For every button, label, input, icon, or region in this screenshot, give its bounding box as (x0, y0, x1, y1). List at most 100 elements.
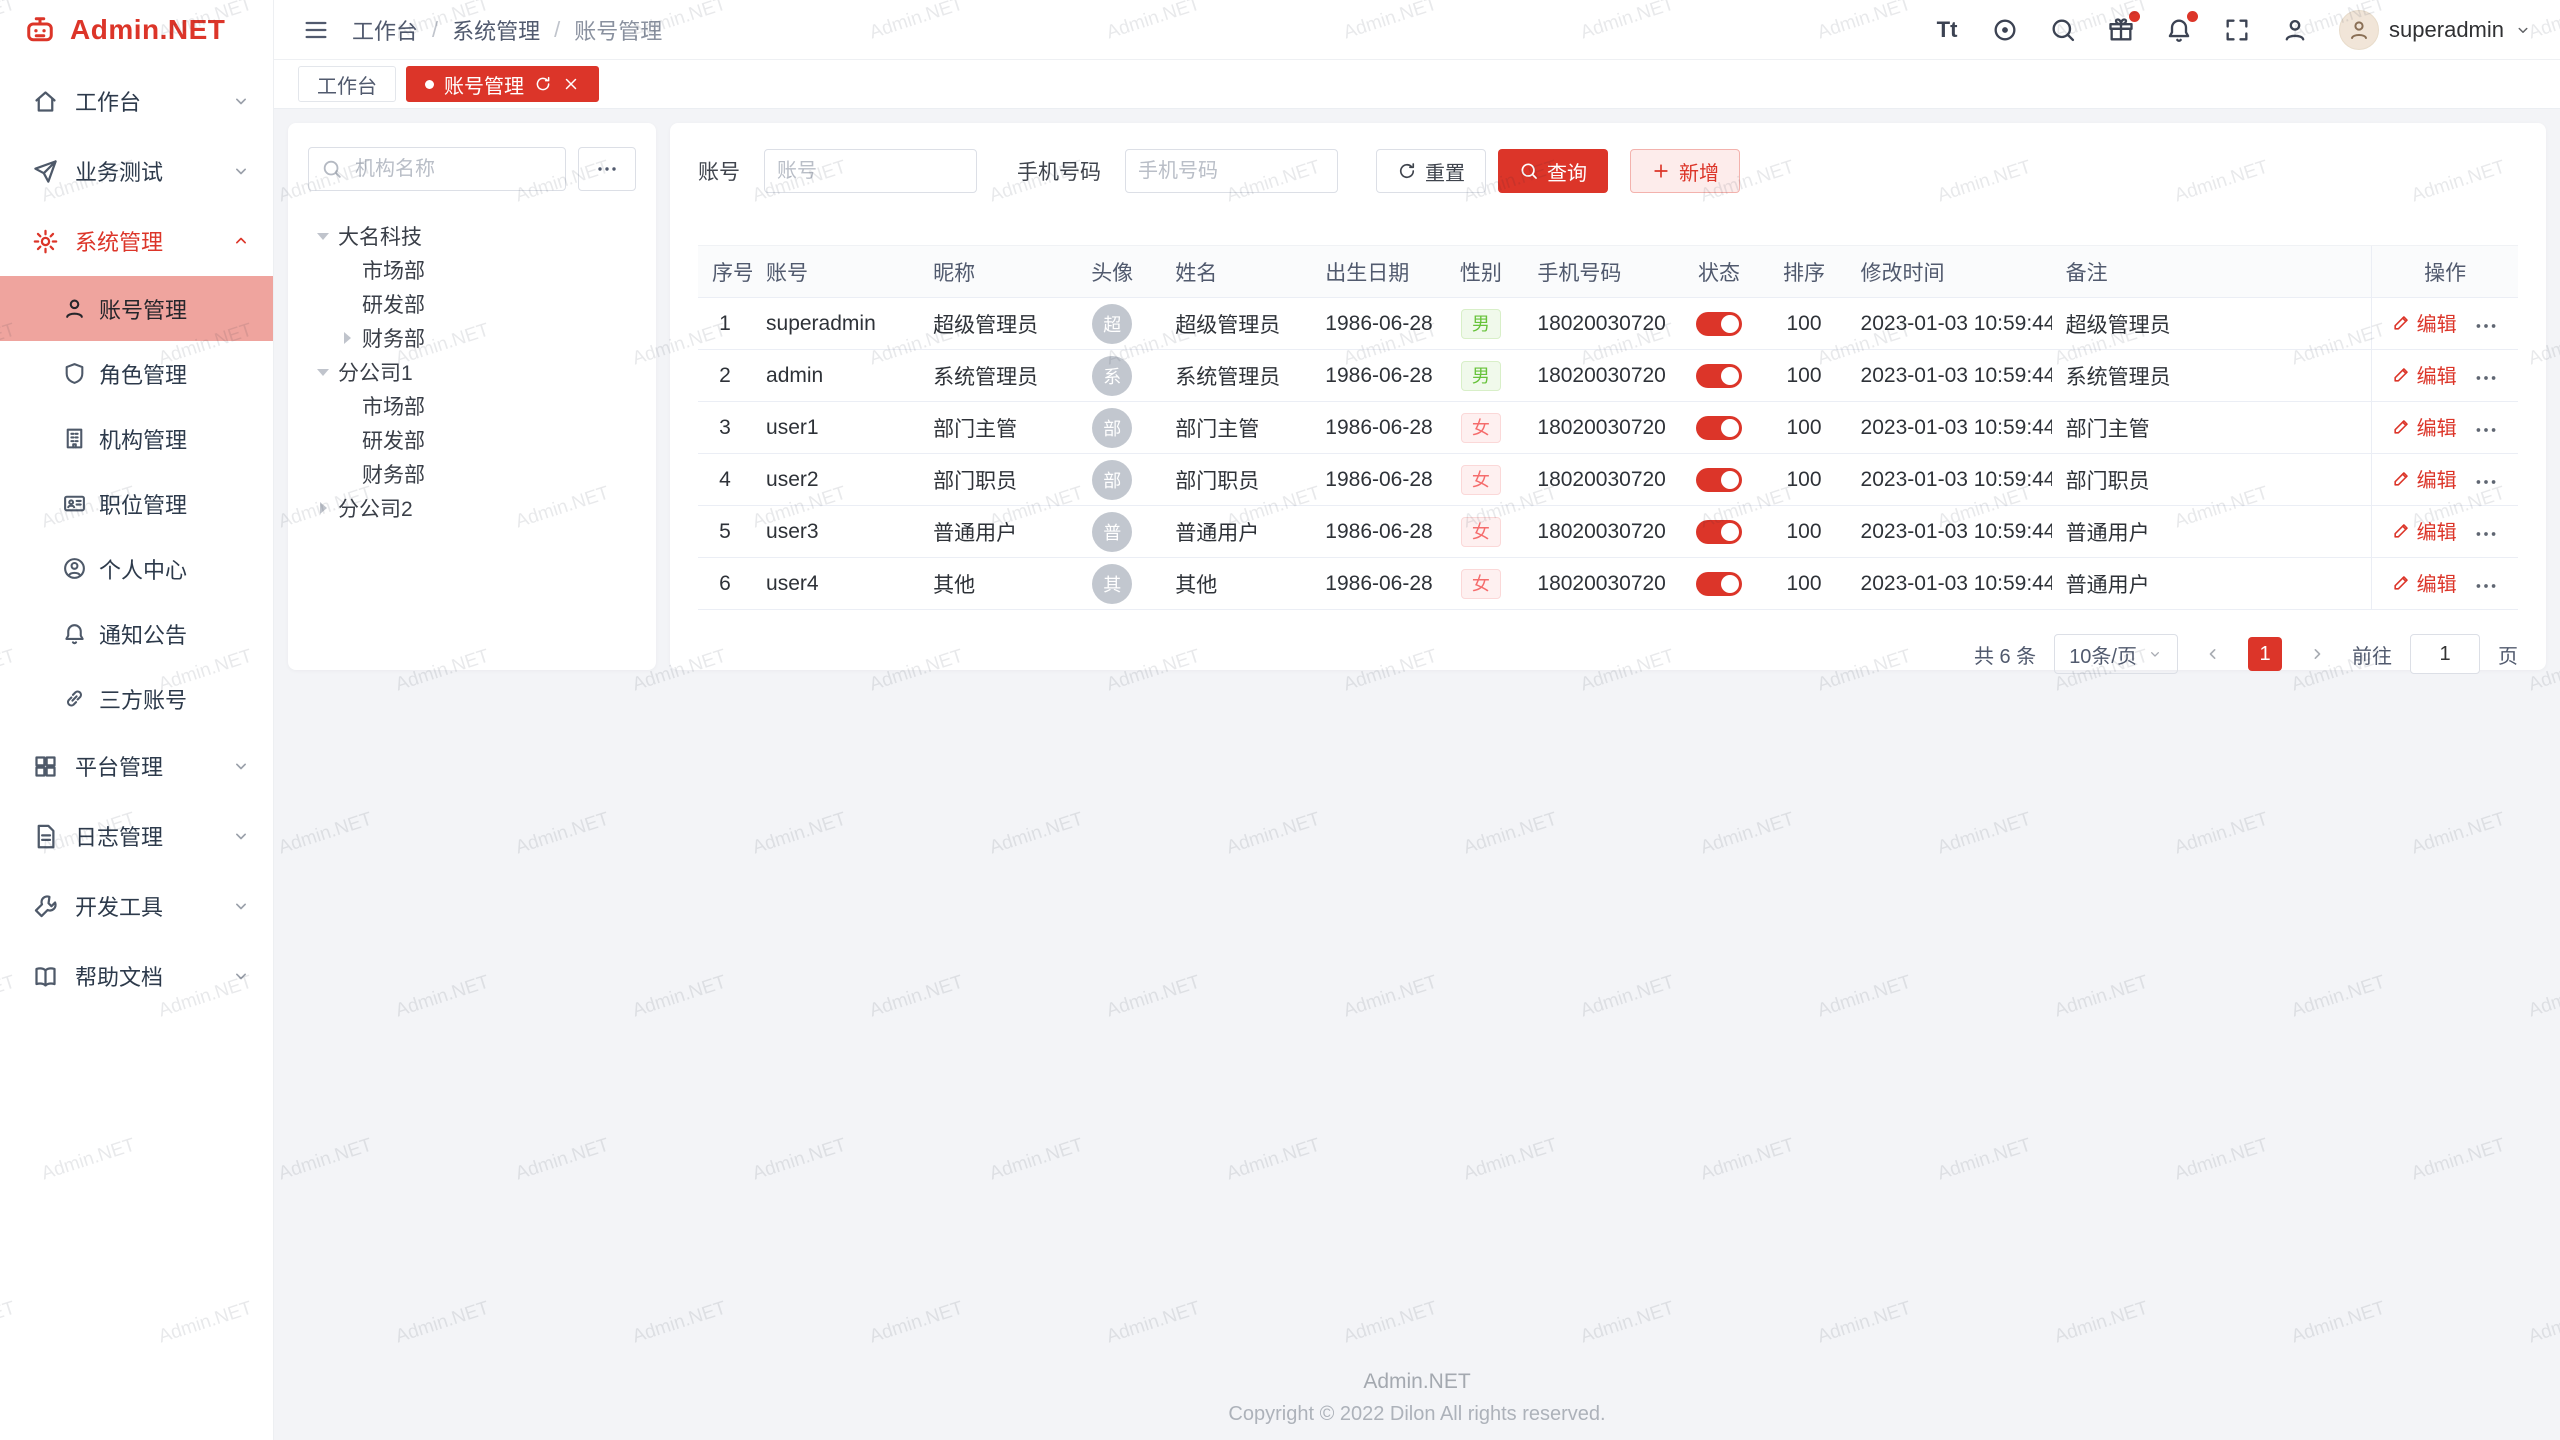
cell-account: user2 (752, 454, 919, 506)
notification-bell-icon[interactable] (2165, 16, 2193, 44)
sidebar-item-position-manage[interactable]: 职位管理 (0, 471, 273, 536)
avatar: 超 (1092, 304, 1132, 344)
row-more-button[interactable] (2473, 417, 2499, 443)
font-size-button[interactable]: Tt (1933, 16, 1961, 44)
status-toggle[interactable] (1696, 364, 1742, 388)
sidebar-item-platform-manage[interactable]: 平台管理 (0, 731, 273, 801)
org-search-input[interactable] (343, 158, 565, 181)
status-toggle[interactable] (1696, 312, 1742, 336)
query-button[interactable]: 查询 (1498, 149, 1608, 193)
col-header-birth-date: 出生日期 (1311, 246, 1438, 298)
caret-spacer (338, 295, 356, 313)
caret-down-icon[interactable] (314, 363, 332, 381)
row-more-button[interactable] (2473, 521, 2499, 547)
sidebar-item-label: 开发工具 (75, 890, 215, 922)
search-icon[interactable] (2049, 16, 2077, 44)
current-page[interactable]: 1 (2248, 637, 2282, 671)
chevron-down-icon (231, 826, 251, 846)
account-input[interactable] (765, 160, 976, 183)
sidebar-item-label: 职位管理 (99, 488, 187, 520)
page-size-select[interactable]: 10条/页 (2054, 634, 2178, 674)
sidebar-item-org-manage[interactable]: 机构管理 (0, 406, 273, 471)
edit-button[interactable]: 编辑 (2392, 360, 2457, 389)
row-more-button[interactable] (2473, 313, 2499, 339)
add-button[interactable]: 新增 (1630, 149, 1740, 193)
edit-button[interactable]: 编辑 (2392, 516, 2457, 545)
sidebar-item-help-docs[interactable]: 帮助文档 (0, 941, 273, 1011)
cell-birth-date: 1986-06-28 (1311, 298, 1438, 350)
breadcrumb-item[interactable]: 系统管理 (452, 14, 540, 46)
sidebar-item-workbench[interactable]: 工作台 (0, 66, 273, 136)
cell-account: user3 (752, 506, 919, 558)
edit-button[interactable]: 编辑 (2392, 464, 2457, 493)
row-more-button[interactable] (2473, 573, 2499, 599)
tab-workbench[interactable]: 工作台 (298, 66, 396, 102)
tree-node[interactable]: 市场部 (308, 389, 636, 423)
tree-node[interactable]: 财务部 (308, 457, 636, 491)
sidebar-item-notice[interactable]: 通知公告 (0, 601, 273, 666)
chevron-down-icon (2514, 21, 2532, 39)
phone-input[interactable] (1126, 160, 1337, 183)
cell-modified-time: 2023-01-03 10:59:44 (1847, 402, 2052, 454)
profile-icon[interactable] (2281, 16, 2309, 44)
caret-right-icon[interactable] (338, 329, 356, 347)
status-toggle[interactable] (1696, 416, 1742, 440)
reset-button[interactable]: 重置 (1376, 149, 1486, 193)
breadcrumb-item[interactable]: 工作台 (352, 14, 418, 46)
next-page-button[interactable] (2300, 637, 2334, 671)
caret-down-icon[interactable] (314, 227, 332, 245)
edit-icon (2392, 469, 2411, 488)
edit-button[interactable]: 编辑 (2392, 568, 2457, 597)
col-header-index: 序号 (698, 246, 752, 298)
goto-page-input[interactable] (2410, 634, 2480, 674)
cell-phone: 18020030720 (1523, 454, 1676, 506)
edit-label: 编辑 (2417, 308, 2457, 337)
menu-collapse-button[interactable] (302, 16, 330, 44)
sidebar-item-role-manage[interactable]: 角色管理 (0, 341, 273, 406)
tree-node[interactable]: 财务部 (308, 321, 636, 355)
cell-birth-date: 1986-06-28 (1311, 558, 1438, 610)
sidebar-item-dev-tools[interactable]: 开发工具 (0, 871, 273, 941)
add-label: 新增 (1679, 157, 1719, 186)
sidebar-item-log-manage[interactable]: 日志管理 (0, 801, 273, 871)
caret-spacer (338, 261, 356, 279)
row-more-button[interactable] (2473, 365, 2499, 391)
org-tree-panel: 大名科技市场部研发部财务部分公司1市场部研发部财务部分公司2 (288, 123, 656, 670)
prev-page-button[interactable] (2196, 637, 2230, 671)
table-row: 1superadmin超级管理员超超级管理员1986-06-28男1802003… (698, 298, 2518, 350)
row-more-button[interactable] (2473, 469, 2499, 495)
sidebar-item-personal-center[interactable]: 个人中心 (0, 536, 273, 601)
send-icon (32, 158, 59, 185)
gender-tag: 女 (1461, 569, 1501, 599)
theme-icon[interactable] (1991, 16, 2019, 44)
gift-icon[interactable] (2107, 16, 2135, 44)
status-toggle[interactable] (1696, 520, 1742, 544)
cell-account: user4 (752, 558, 919, 610)
status-toggle[interactable] (1696, 468, 1742, 492)
caret-spacer (338, 397, 356, 415)
tree-node[interactable]: 研发部 (308, 287, 636, 321)
tab-account-manage[interactable]: 账号管理 (406, 66, 599, 102)
cell-modified-time: 2023-01-03 10:59:44 (1847, 506, 2052, 558)
sidebar-item-business-test[interactable]: 业务测试 (0, 136, 273, 206)
tree-node-label: 研发部 (362, 425, 425, 455)
tree-node[interactable]: 市场部 (308, 253, 636, 287)
sidebar-item-third-party-account[interactable]: 三方账号 (0, 666, 273, 731)
edit-button[interactable]: 编辑 (2392, 412, 2457, 441)
tab-refresh-icon[interactable] (534, 75, 552, 93)
tree-node[interactable]: 分公司1 (308, 355, 636, 389)
status-toggle[interactable] (1696, 572, 1742, 596)
tree-node[interactable]: 大名科技 (308, 219, 636, 253)
tab-close-icon[interactable] (562, 75, 580, 93)
edit-button[interactable]: 编辑 (2392, 308, 2457, 337)
user-menu[interactable]: superadmin (2339, 10, 2532, 50)
tree-node[interactable]: 分公司2 (308, 491, 636, 525)
sidebar-item-account-manage[interactable]: 账号管理 (0, 276, 273, 341)
org-more-button[interactable] (578, 147, 636, 191)
caret-right-icon[interactable] (314, 499, 332, 517)
fullscreen-icon[interactable] (2223, 16, 2251, 44)
sidebar-item-system-manage[interactable]: 系统管理 (0, 206, 273, 276)
tree-node[interactable]: 研发部 (308, 423, 636, 457)
logo[interactable]: Admin.NET (0, 0, 273, 60)
cell-phone: 18020030720 (1523, 558, 1676, 610)
